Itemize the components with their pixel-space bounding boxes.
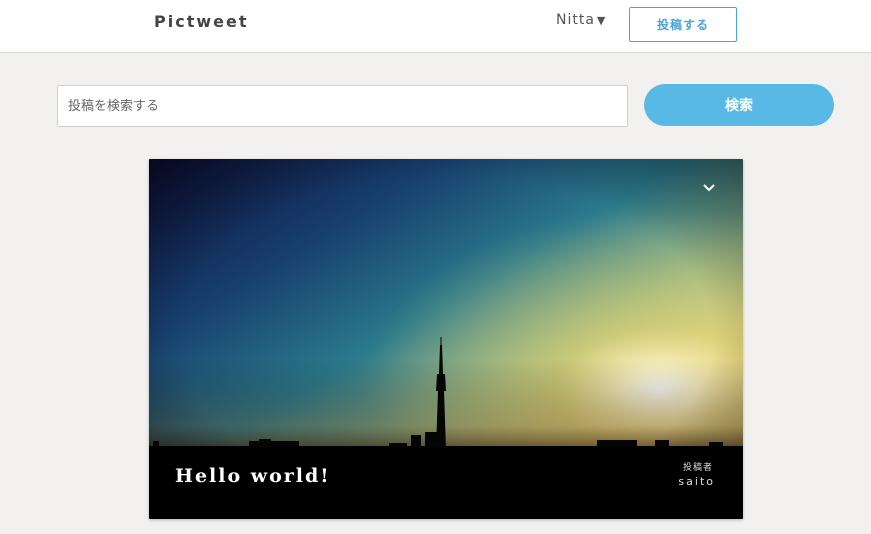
chevron-down-icon[interactable] [701,181,717,195]
new-post-button[interactable]: 投稿する [629,7,737,42]
author-name[interactable]: saito [678,475,715,488]
search-button[interactable]: 検索 [644,84,834,126]
app-logo[interactable]: Pictweet [154,12,248,31]
tweet-title: Hello world! [175,465,331,487]
tweet-card[interactable]: Hello world! 投稿者 saito [149,159,743,519]
search-input[interactable] [57,85,628,127]
caret-down-icon: ▼ [596,13,607,27]
header: Pictweet Nitta ▼ 投稿する [0,0,871,53]
user-name: Nitta [556,12,595,28]
author-label: 投稿者 [682,463,713,473]
user-menu[interactable]: Nitta ▼ [556,12,606,28]
